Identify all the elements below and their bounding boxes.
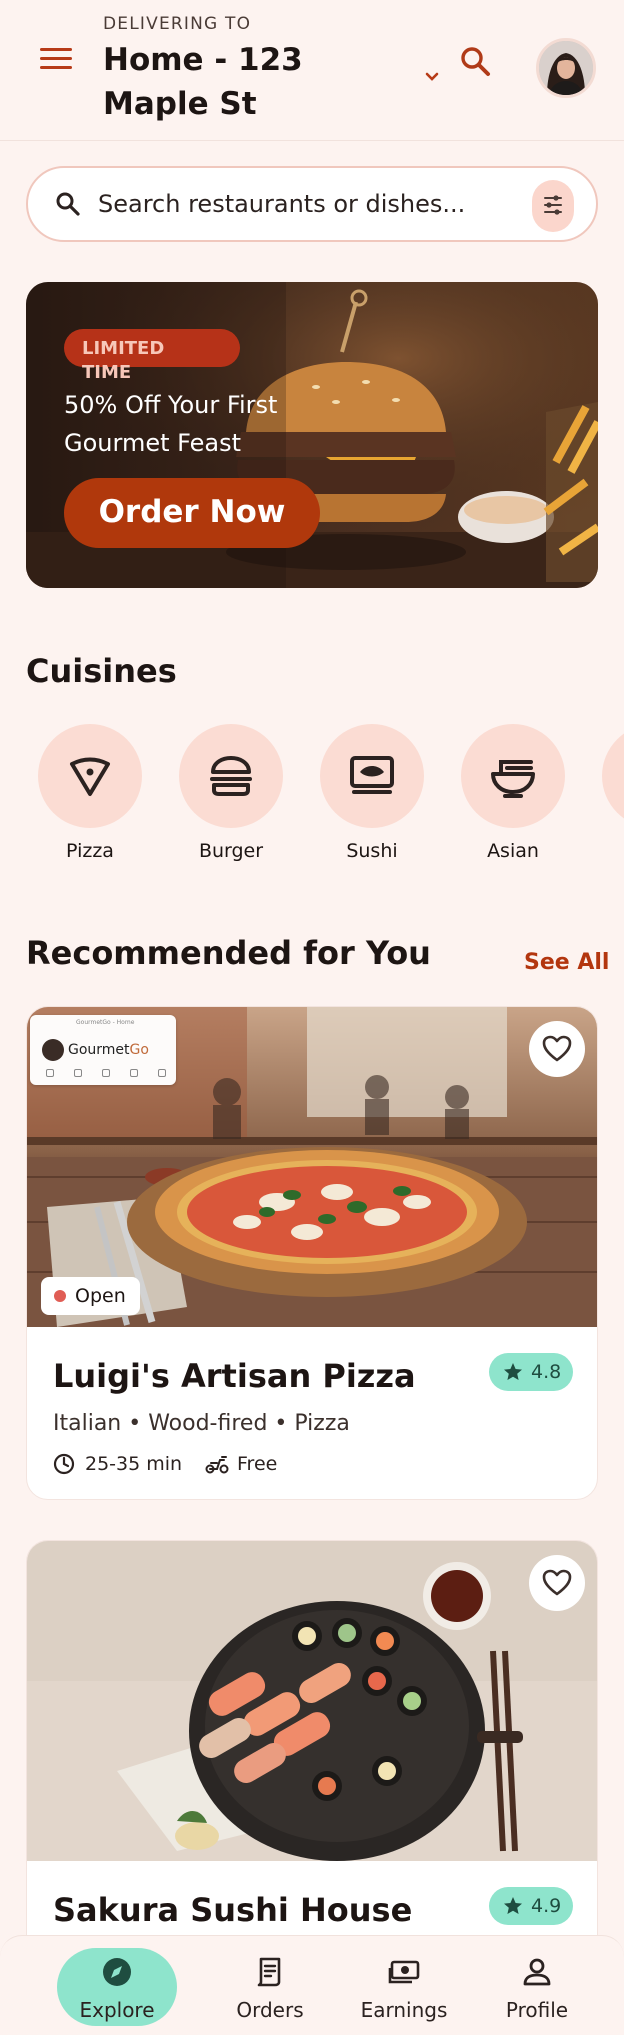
favorite-button[interactable] (529, 1021, 585, 1077)
delivery-address[interactable]: Home - 123 Maple St (103, 38, 403, 126)
nav-orders[interactable]: Orders (210, 1948, 330, 2026)
sushi-icon (350, 756, 394, 794)
delivering-to-label: DELIVERING TO (103, 14, 252, 34)
cuisine-sushi[interactable]: Sushi (320, 724, 424, 862)
restaurant-name: Luigi's Artisan Pizza (53, 1357, 416, 1395)
top-bar: DELIVERING TO Home - 123 Maple St (0, 0, 624, 141)
chevron-down-icon[interactable] (422, 66, 442, 86)
money-icon (388, 1960, 420, 1984)
restaurant-tags: Italian • Wood-fired • Pizza (53, 1411, 350, 1436)
burger-icon (210, 756, 252, 796)
restaurant-name: Sakura Sushi House (53, 1891, 413, 1929)
limited-time-tag: LIMITED TIME (64, 329, 240, 383)
search-input[interactable]: Search restaurants or dishes... (98, 190, 465, 218)
receipt-icon (257, 1957, 281, 1987)
nav-profile[interactable]: Profile (477, 1948, 597, 2026)
search-bar[interactable]: Search restaurants or dishes... (26, 166, 598, 242)
cuisine-asian[interactable]: Asian (461, 724, 565, 862)
star-icon (504, 1363, 522, 1380)
star-icon (504, 1897, 522, 1914)
restaurant-photo (27, 1541, 597, 1861)
delivery-time: 25-35 min (53, 1451, 182, 1477)
filter-button[interactable] (532, 180, 574, 232)
heart-icon (542, 1569, 572, 1596)
cuisine-more[interactable] (602, 724, 624, 828)
cuisine-pizza[interactable]: Pizza (38, 724, 142, 862)
order-now-button[interactable]: Order Now (64, 478, 320, 548)
favorite-button[interactable] (529, 1555, 585, 1611)
compass-icon (103, 1958, 131, 1986)
filter-icon (544, 195, 562, 215)
menu-icon[interactable] (40, 48, 72, 72)
heart-icon (542, 1035, 572, 1062)
delivery-fee: Free (205, 1451, 277, 1477)
person-icon (523, 1958, 551, 1986)
rating-badge: 4.9 (489, 1887, 573, 1925)
cuisines-heading: Cuisines (26, 652, 177, 690)
bottom-navigation: Explore Orders Earnings Profile (0, 1935, 624, 2035)
clock-icon (53, 1453, 75, 1475)
app-preview-thumbnail: GourmetGo - Home GourmetGo (30, 1015, 176, 1085)
promo-title: 50% Off Your First Gourmet Feast (64, 391, 278, 457)
nav-explore[interactable]: Explore (57, 1948, 177, 2026)
avatar[interactable] (536, 38, 596, 98)
recommended-heading: Recommended for You (26, 934, 431, 972)
noodle-bowl-icon (491, 760, 535, 798)
cuisine-burger[interactable]: Burger (179, 724, 283, 862)
app-screen: DELIVERING TO Home - 123 Maple St Search… (0, 0, 624, 2035)
restaurant-card[interactable]: GourmetGo - Home GourmetGo Open Luigi's … (26, 1006, 598, 1500)
pizza-icon (70, 757, 110, 796)
status-badge: Open (41, 1277, 140, 1315)
rating-badge: 4.8 (489, 1353, 573, 1391)
search-icon (56, 192, 80, 216)
nav-earnings[interactable]: Earnings (344, 1948, 464, 2026)
promo-banner[interactable]: LIMITED TIME 50% Off Your First Gourmet … (26, 282, 598, 588)
see-all-link[interactable]: See All (524, 950, 609, 975)
search-icon[interactable] (458, 44, 492, 78)
scooter-icon (205, 1456, 229, 1474)
restaurant-photo: GourmetGo - Home GourmetGo Open (27, 1007, 597, 1327)
